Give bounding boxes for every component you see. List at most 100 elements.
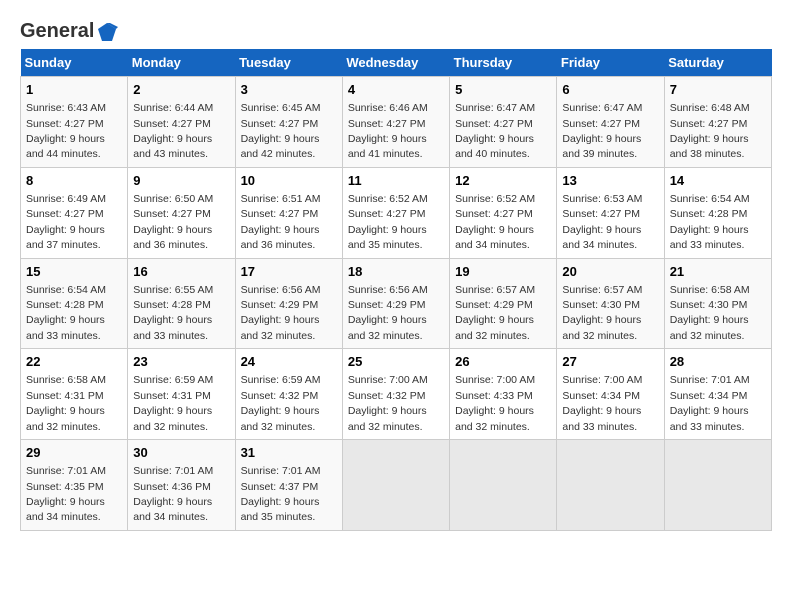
day-number: 13 [562, 172, 658, 190]
day-number: 10 [241, 172, 337, 190]
empty-cell [342, 440, 449, 531]
day-info: Sunrise: 6:56 AMSunset: 4:29 PMDaylight:… [241, 284, 321, 342]
day-info: Sunrise: 6:59 AMSunset: 4:31 PMDaylight:… [133, 374, 213, 432]
day-info: Sunrise: 6:47 AMSunset: 4:27 PMDaylight:… [562, 102, 642, 160]
day-number: 5 [455, 81, 551, 99]
calendar-day-15: 15 Sunrise: 6:54 AMSunset: 4:28 PMDaylig… [21, 258, 128, 349]
day-info: Sunrise: 7:01 AMSunset: 4:36 PMDaylight:… [133, 465, 213, 523]
day-number: 1 [26, 81, 122, 99]
weekday-header-tuesday: Tuesday [235, 49, 342, 77]
day-number: 14 [670, 172, 766, 190]
day-info: Sunrise: 6:57 AMSunset: 4:30 PMDaylight:… [562, 284, 642, 342]
day-info: Sunrise: 6:45 AMSunset: 4:27 PMDaylight:… [241, 102, 321, 160]
calendar-day-12: 12 Sunrise: 6:52 AMSunset: 4:27 PMDaylig… [450, 167, 557, 258]
day-number: 24 [241, 353, 337, 371]
day-number: 15 [26, 263, 122, 281]
day-number: 18 [348, 263, 444, 281]
calendar-day-22: 22 Sunrise: 6:58 AMSunset: 4:31 PMDaylig… [21, 349, 128, 440]
day-info: Sunrise: 6:46 AMSunset: 4:27 PMDaylight:… [348, 102, 428, 160]
day-number: 21 [670, 263, 766, 281]
calendar-day-26: 26 Sunrise: 7:00 AMSunset: 4:33 PMDaylig… [450, 349, 557, 440]
day-number: 29 [26, 444, 122, 462]
calendar-day-29: 29 Sunrise: 7:01 AMSunset: 4:35 PMDaylig… [21, 440, 128, 531]
day-info: Sunrise: 6:55 AMSunset: 4:28 PMDaylight:… [133, 284, 213, 342]
empty-cell [664, 440, 771, 531]
day-number: 23 [133, 353, 229, 371]
day-info: Sunrise: 6:51 AMSunset: 4:27 PMDaylight:… [241, 193, 321, 251]
day-info: Sunrise: 7:00 AMSunset: 4:34 PMDaylight:… [562, 374, 642, 432]
day-info: Sunrise: 7:00 AMSunset: 4:32 PMDaylight:… [348, 374, 428, 432]
calendar-week-2: 8 Sunrise: 6:49 AMSunset: 4:27 PMDayligh… [21, 167, 772, 258]
calendar-day-10: 10 Sunrise: 6:51 AMSunset: 4:27 PMDaylig… [235, 167, 342, 258]
calendar-day-3: 3 Sunrise: 6:45 AMSunset: 4:27 PMDayligh… [235, 77, 342, 168]
weekday-header-sunday: Sunday [21, 49, 128, 77]
day-info: Sunrise: 6:59 AMSunset: 4:32 PMDaylight:… [241, 374, 321, 432]
day-info: Sunrise: 7:01 AMSunset: 4:34 PMDaylight:… [670, 374, 750, 432]
calendar-day-4: 4 Sunrise: 6:46 AMSunset: 4:27 PMDayligh… [342, 77, 449, 168]
calendar-header-row: SundayMondayTuesdayWednesdayThursdayFrid… [21, 49, 772, 77]
day-info: Sunrise: 6:53 AMSunset: 4:27 PMDaylight:… [562, 193, 642, 251]
calendar-day-30: 30 Sunrise: 7:01 AMSunset: 4:36 PMDaylig… [128, 440, 235, 531]
calendar-day-13: 13 Sunrise: 6:53 AMSunset: 4:27 PMDaylig… [557, 167, 664, 258]
calendar-day-5: 5 Sunrise: 6:47 AMSunset: 4:27 PMDayligh… [450, 77, 557, 168]
day-number: 7 [670, 81, 766, 99]
day-info: Sunrise: 6:47 AMSunset: 4:27 PMDaylight:… [455, 102, 535, 160]
day-info: Sunrise: 6:48 AMSunset: 4:27 PMDaylight:… [670, 102, 750, 160]
calendar-day-14: 14 Sunrise: 6:54 AMSunset: 4:28 PMDaylig… [664, 167, 771, 258]
day-info: Sunrise: 6:57 AMSunset: 4:29 PMDaylight:… [455, 284, 535, 342]
calendar-day-1: 1 Sunrise: 6:43 AMSunset: 4:27 PMDayligh… [21, 77, 128, 168]
calendar-day-24: 24 Sunrise: 6:59 AMSunset: 4:32 PMDaylig… [235, 349, 342, 440]
calendar-day-19: 19 Sunrise: 6:57 AMSunset: 4:29 PMDaylig… [450, 258, 557, 349]
day-number: 27 [562, 353, 658, 371]
day-info: Sunrise: 6:49 AMSunset: 4:27 PMDaylight:… [26, 193, 106, 251]
day-number: 28 [670, 353, 766, 371]
day-info: Sunrise: 6:56 AMSunset: 4:29 PMDaylight:… [348, 284, 428, 342]
day-number: 31 [241, 444, 337, 462]
day-number: 25 [348, 353, 444, 371]
day-number: 26 [455, 353, 551, 371]
day-info: Sunrise: 6:54 AMSunset: 4:28 PMDaylight:… [670, 193, 750, 251]
day-info: Sunrise: 6:58 AMSunset: 4:30 PMDaylight:… [670, 284, 750, 342]
weekday-header-friday: Friday [557, 49, 664, 77]
logo-bird-icon [96, 21, 118, 43]
calendar-day-27: 27 Sunrise: 7:00 AMSunset: 4:34 PMDaylig… [557, 349, 664, 440]
calendar-day-20: 20 Sunrise: 6:57 AMSunset: 4:30 PMDaylig… [557, 258, 664, 349]
calendar-week-3: 15 Sunrise: 6:54 AMSunset: 4:28 PMDaylig… [21, 258, 772, 349]
day-info: Sunrise: 6:58 AMSunset: 4:31 PMDaylight:… [26, 374, 106, 432]
day-info: Sunrise: 6:50 AMSunset: 4:27 PMDaylight:… [133, 193, 213, 251]
calendar-day-7: 7 Sunrise: 6:48 AMSunset: 4:27 PMDayligh… [664, 77, 771, 168]
day-number: 2 [133, 81, 229, 99]
day-number: 11 [348, 172, 444, 190]
calendar-day-23: 23 Sunrise: 6:59 AMSunset: 4:31 PMDaylig… [128, 349, 235, 440]
weekday-header-wednesday: Wednesday [342, 49, 449, 77]
calendar-day-25: 25 Sunrise: 7:00 AMSunset: 4:32 PMDaylig… [342, 349, 449, 440]
day-info: Sunrise: 6:52 AMSunset: 4:27 PMDaylight:… [348, 193, 428, 251]
day-number: 8 [26, 172, 122, 190]
day-number: 4 [348, 81, 444, 99]
calendar-day-9: 9 Sunrise: 6:50 AMSunset: 4:27 PMDayligh… [128, 167, 235, 258]
day-number: 6 [562, 81, 658, 99]
day-info: Sunrise: 6:44 AMSunset: 4:27 PMDaylight:… [133, 102, 213, 160]
calendar-day-31: 31 Sunrise: 7:01 AMSunset: 4:37 PMDaylig… [235, 440, 342, 531]
calendar-week-5: 29 Sunrise: 7:01 AMSunset: 4:35 PMDaylig… [21, 440, 772, 531]
day-info: Sunrise: 6:43 AMSunset: 4:27 PMDaylight:… [26, 102, 106, 160]
empty-cell [450, 440, 557, 531]
logo: General [20, 20, 118, 39]
day-number: 22 [26, 353, 122, 371]
day-info: Sunrise: 7:00 AMSunset: 4:33 PMDaylight:… [455, 374, 535, 432]
calendar-day-28: 28 Sunrise: 7:01 AMSunset: 4:34 PMDaylig… [664, 349, 771, 440]
calendar-day-11: 11 Sunrise: 6:52 AMSunset: 4:27 PMDaylig… [342, 167, 449, 258]
day-info: Sunrise: 7:01 AMSunset: 4:37 PMDaylight:… [241, 465, 321, 523]
day-info: Sunrise: 6:52 AMSunset: 4:27 PMDaylight:… [455, 193, 535, 251]
day-info: Sunrise: 7:01 AMSunset: 4:35 PMDaylight:… [26, 465, 106, 523]
calendar-day-17: 17 Sunrise: 6:56 AMSunset: 4:29 PMDaylig… [235, 258, 342, 349]
day-number: 19 [455, 263, 551, 281]
calendar-day-8: 8 Sunrise: 6:49 AMSunset: 4:27 PMDayligh… [21, 167, 128, 258]
weekday-header-monday: Monday [128, 49, 235, 77]
logo-general: General [20, 20, 94, 43]
calendar-day-2: 2 Sunrise: 6:44 AMSunset: 4:27 PMDayligh… [128, 77, 235, 168]
calendar-table: SundayMondayTuesdayWednesdayThursdayFrid… [20, 49, 772, 531]
day-info: Sunrise: 6:54 AMSunset: 4:28 PMDaylight:… [26, 284, 106, 342]
calendar-day-18: 18 Sunrise: 6:56 AMSunset: 4:29 PMDaylig… [342, 258, 449, 349]
calendar-day-21: 21 Sunrise: 6:58 AMSunset: 4:30 PMDaylig… [664, 258, 771, 349]
